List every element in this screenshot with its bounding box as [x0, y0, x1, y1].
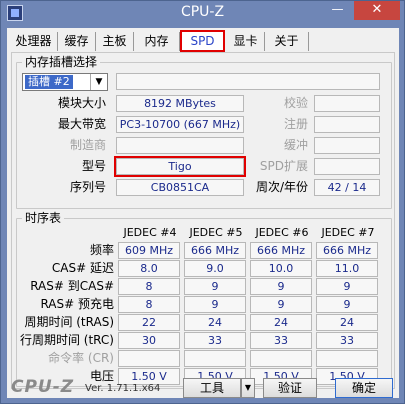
- chevron-down-icon[interactable]: ▼: [241, 378, 255, 398]
- tools-button[interactable]: 工具: [183, 378, 241, 398]
- serial-value: CB0851CA: [116, 179, 244, 196]
- check-label: 校验: [283, 96, 308, 110]
- timing-cell: 9: [184, 278, 246, 295]
- command-rate-label: 命令率 (CR): [48, 351, 114, 365]
- timing-cell: 33: [316, 332, 378, 349]
- timing-cell: 9: [316, 296, 378, 313]
- tab-spd[interactable]: SPD: [180, 30, 225, 52]
- tab-caches[interactable]: 缓存: [58, 32, 96, 51]
- timing-cell: 33: [184, 332, 246, 349]
- timing-cell: 9: [184, 296, 246, 313]
- chevron-down-icon[interactable]: ▼: [90, 74, 107, 90]
- cas-latency-label: CAS# 延迟: [51, 261, 114, 275]
- title-bar[interactable]: CPU-Z — ✕: [1, 1, 404, 25]
- max-bandwidth-label: 最大带宽: [57, 117, 106, 131]
- module-size-value: 8192 MBytes: [116, 95, 244, 112]
- spd-panel: 内存插槽选择 插槽 #2 ▼ 模块大小 8192 MBytes 校验 最大带宽 …: [11, 52, 395, 389]
- manufacturer-label: 制造商: [69, 138, 106, 152]
- registered-value: [314, 116, 380, 133]
- timing-cell: [250, 350, 312, 367]
- timing-cell: 9: [250, 278, 312, 295]
- frequency-label: 频率: [89, 243, 114, 257]
- timing-cell: [316, 350, 378, 367]
- timing-cell: 22: [118, 314, 180, 331]
- slot-group-title: 内存插槽选择: [22, 55, 101, 69]
- timing-cell: 30: [118, 332, 180, 349]
- tab-graphics[interactable]: 显卡: [227, 32, 265, 51]
- buffered-label: 缓冲: [283, 138, 308, 152]
- client-area: 处理器 缓存 主板 内存 SPD 显卡 关于 内存插槽选择 插槽 #2 ▼ 模块…: [7, 28, 399, 398]
- timing-column-header: JEDEC #5: [189, 226, 243, 239]
- timing-cell: 9: [316, 278, 378, 295]
- ras-to-cas-label: RAS# 到CAS#: [30, 279, 114, 293]
- close-button[interactable]: ✕: [354, 1, 400, 20]
- timing-cell: 666 MHz: [184, 242, 246, 259]
- validate-button[interactable]: 验证: [263, 378, 317, 398]
- timings-group-title: 时序表: [22, 211, 65, 225]
- tab-cpu[interactable]: 处理器: [10, 32, 58, 51]
- timing-column-header: JEDEC #4: [123, 226, 177, 239]
- tab-mainboard[interactable]: 主板: [96, 32, 134, 51]
- timing-cell: 11.0: [316, 260, 378, 277]
- check-value: [314, 95, 380, 112]
- trc-label: 行周期时间 (tRC): [19, 333, 114, 347]
- timing-column-header: JEDEC #6: [255, 226, 309, 239]
- timing-cell: [184, 350, 246, 367]
- timing-cell: 24: [316, 314, 378, 331]
- timing-cell: 8: [118, 278, 180, 295]
- timing-cell: [118, 350, 180, 367]
- timing-column-header: JEDEC #7: [321, 226, 375, 239]
- cpuz-window: CPU-Z — ✕ 处理器 缓存 主板 内存 SPD 显卡 关于 内存插槽选择 …: [0, 0, 405, 404]
- serial-label: 序列号: [69, 180, 106, 194]
- timing-cell: 9: [250, 296, 312, 313]
- model-highlight-box: [114, 156, 246, 177]
- week-year-value: 42 / 14: [314, 179, 380, 196]
- timing-cell: 24: [250, 314, 312, 331]
- buffered-value: [314, 137, 380, 154]
- timing-cell: 666 MHz: [316, 242, 378, 259]
- version-text: Ver. 1.71.1.x64: [85, 383, 161, 394]
- minimize-button[interactable]: —: [324, 1, 351, 19]
- tab-bar: 处理器 缓存 主板 内存 SPD 显卡 关于: [7, 28, 399, 54]
- slot-selected-value: 插槽 #2: [25, 75, 73, 89]
- cpuz-logo: CPU-Z: [11, 377, 75, 397]
- timing-cell: 33: [250, 332, 312, 349]
- ok-button[interactable]: 确定: [335, 378, 393, 398]
- spd-ext-value: [314, 158, 380, 175]
- slot-select[interactable]: 插槽 #2 ▼: [22, 73, 108, 91]
- registered-label: 注册: [283, 117, 308, 131]
- week-year-label: 周次/年份: [255, 180, 308, 194]
- timing-cell: 609 MHz: [118, 242, 180, 259]
- timing-cell: 8: [118, 296, 180, 313]
- model-label: 型号: [81, 159, 106, 173]
- ras-precharge-label: RAS# 预充电: [40, 297, 114, 311]
- memory-type-field: [116, 73, 380, 90]
- tab-about[interactable]: 关于: [265, 32, 309, 51]
- timing-cell: 8.0: [118, 260, 180, 277]
- tras-label: 周期时间 (tRAS): [24, 315, 114, 329]
- spd-ext-label: SPD扩展: [259, 159, 308, 173]
- tab-memory[interactable]: 内存: [134, 32, 180, 51]
- timing-cell: 24: [184, 314, 246, 331]
- manufacturer-value: [116, 137, 244, 154]
- timing-cell: 10.0: [250, 260, 312, 277]
- timing-cell: 666 MHz: [250, 242, 312, 259]
- max-bandwidth-value: PC3-10700 (667 MHz): [116, 116, 244, 133]
- module-size-label: 模块大小: [57, 96, 106, 110]
- timing-cell: 9.0: [184, 260, 246, 277]
